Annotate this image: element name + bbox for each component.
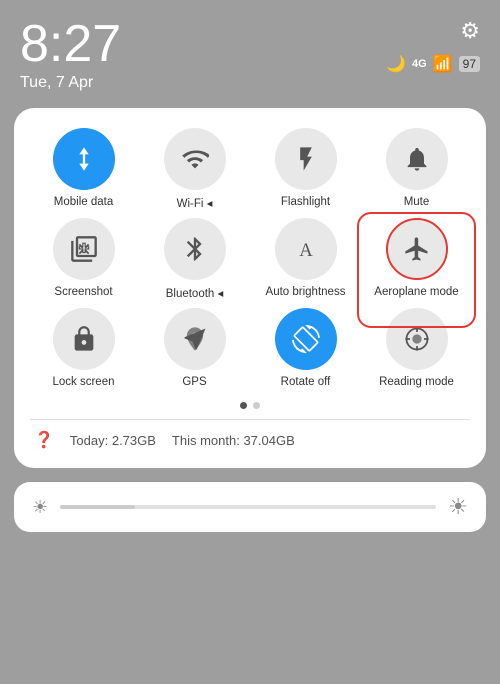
svg-text:A: A <box>299 240 313 261</box>
tile-bluetooth-label: Bluetooth ◂ <box>166 286 224 300</box>
tile-aeroplane-icon <box>386 218 448 280</box>
tile-auto-brightness-icon: A <box>275 218 337 280</box>
tile-flashlight-icon <box>275 128 337 190</box>
tile-reading-mode-icon <box>386 308 448 370</box>
brightness-fill <box>60 505 135 509</box>
tile-mute-label: Mute <box>404 196 430 208</box>
settings-icon[interactable]: ⚙ <box>460 18 480 44</box>
data-usage-row: ❓ Today: 2.73GB This month: 37.04GB <box>30 428 470 452</box>
dot-2[interactable] <box>253 402 260 409</box>
tile-wifi-label: Wi-Fi ◂ <box>177 196 213 210</box>
signal-bars-icon: 📶 <box>433 54 453 74</box>
tile-flashlight-label: Flashlight <box>281 196 330 208</box>
tile-rotate-off[interactable]: Rotate off <box>252 308 359 388</box>
tile-mobile-data-label: Mobile data <box>54 196 113 208</box>
moon-icon: 🌙 <box>386 54 406 74</box>
dot-1[interactable] <box>240 402 247 409</box>
tile-reading-mode-label: Reading mode <box>379 376 454 388</box>
tile-lock-screen-icon <box>53 308 115 370</box>
tile-mute[interactable]: Mute <box>363 128 470 210</box>
signal-4g-icon: 4G <box>412 58 427 70</box>
tile-rotate-off-icon <box>275 308 337 370</box>
pagination-dots <box>30 402 470 409</box>
tile-mobile-data-icon <box>53 128 115 190</box>
tile-bluetooth[interactable]: Bluetooth ◂ <box>141 218 248 300</box>
brightness-low-icon: ☀ <box>32 497 48 518</box>
tile-flashlight[interactable]: Flashlight <box>252 128 359 210</box>
tile-gps-label: GPS <box>182 376 206 388</box>
tile-gps-icon <box>164 308 226 370</box>
tile-bluetooth-icon <box>164 218 226 280</box>
tile-wifi[interactable]: Wi-Fi ◂ <box>141 128 248 210</box>
tile-lock-screen-label: Lock screen <box>52 376 114 388</box>
tile-auto-brightness-label: Auto brightness <box>266 286 346 298</box>
help-icon: ❓ <box>34 430 54 450</box>
tile-screenshot-label: Screenshot <box>54 286 112 298</box>
date: Tue, 7 Apr <box>20 74 121 92</box>
tile-rotate-off-label: Rotate off <box>281 376 331 388</box>
tiles-grid: Mobile data Wi-Fi ◂ Flashlight <box>30 128 470 388</box>
month-usage: This month: 37.04GB <box>172 433 295 448</box>
brightness-track[interactable] <box>60 505 436 509</box>
status-icons: 🌙 4G 📶 97 <box>386 54 480 74</box>
today-usage: Today: 2.73GB <box>70 433 156 448</box>
tile-mobile-data[interactable]: Mobile data <box>30 128 137 210</box>
tile-gps[interactable]: GPS <box>141 308 248 388</box>
tile-wifi-icon <box>164 128 226 190</box>
status-bar: 8:27 Tue, 7 Apr ⚙ 🌙 4G 📶 97 <box>0 0 500 100</box>
quick-settings-panel: Mobile data Wi-Fi ◂ Flashlight <box>14 108 486 468</box>
battery-icon: 97 <box>459 56 480 72</box>
tile-screenshot[interactable]: Screenshot <box>30 218 137 300</box>
tile-reading-mode[interactable]: Reading mode <box>363 308 470 388</box>
tile-auto-brightness[interactable]: A Auto brightness <box>252 218 359 300</box>
divider <box>30 419 470 420</box>
tile-screenshot-icon <box>53 218 115 280</box>
brightness-control[interactable]: ☀ ☀ <box>14 482 486 532</box>
tile-lock-screen[interactable]: Lock screen <box>30 308 137 388</box>
clock: 8:27 <box>20 18 121 70</box>
tile-aeroplane-label: Aeroplane mode <box>374 286 458 298</box>
tile-mute-icon <box>386 128 448 190</box>
brightness-high-icon: ☀ <box>448 494 468 520</box>
tile-aeroplane-mode[interactable]: Aeroplane mode <box>363 218 470 300</box>
